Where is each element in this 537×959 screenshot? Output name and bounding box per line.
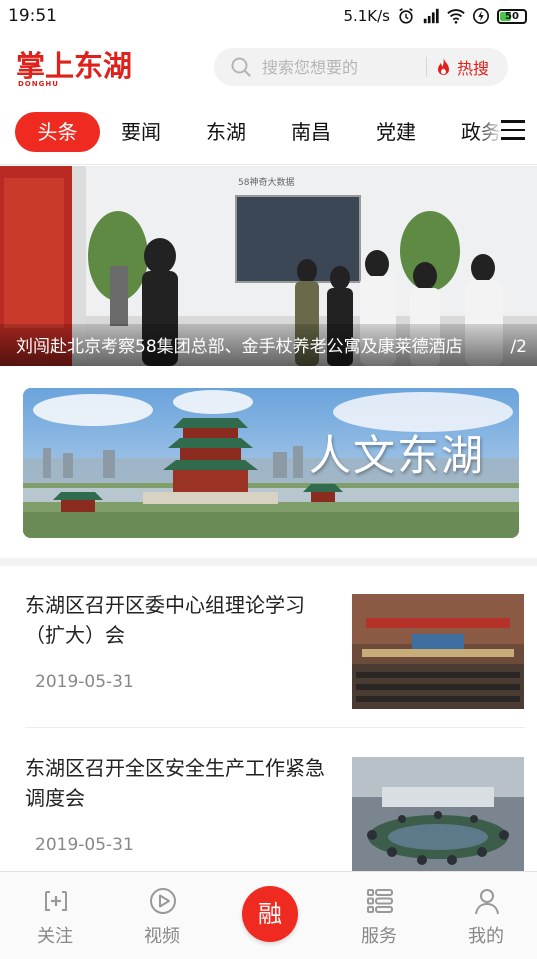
status-time: 19:51 (8, 6, 57, 26)
tabs-fade (477, 108, 503, 156)
feature-card-renwen-donghu[interactable]: 人文东湖 (23, 388, 519, 538)
news-date: 2019-05-31 (35, 672, 134, 692)
status-icons: 5.1K/s 50 (343, 7, 527, 25)
charging-icon (472, 7, 490, 25)
list-icon (367, 889, 393, 913)
battery-level: 50 (505, 10, 519, 22)
wifi-icon (447, 9, 465, 24)
nav-video[interactable]: 视频 (122, 872, 202, 959)
signal-icon (423, 8, 439, 24)
hot-search-label: 热搜 (457, 59, 490, 78)
nav-mine-label: 我的 (468, 926, 504, 947)
app-header: 掌上东湖 DONGHU 热搜 (0, 32, 537, 100)
menu-icon[interactable] (501, 120, 525, 142)
news-date: 2019-05-31 (35, 835, 134, 855)
tab-party-building[interactable]: 党建 (376, 112, 416, 152)
news-thumbnail[interactable] (352, 757, 524, 872)
app-logo[interactable]: 掌上东湖 DONGHU (16, 48, 136, 88)
news-title[interactable]: 东湖区召开区委中心组理论学习（扩大）会 (25, 590, 340, 650)
section-separator (0, 558, 537, 566)
nav-video-label: 视频 (144, 926, 180, 947)
tab-headlines[interactable]: 头条 (15, 112, 100, 152)
user-icon (475, 889, 499, 915)
tabs-divider (0, 164, 537, 165)
network-speed: 5.1K/s (343, 7, 390, 25)
list-divider (25, 727, 525, 728)
conference-room-image (352, 757, 524, 872)
search-input[interactable] (262, 48, 422, 86)
meeting-hall-image (352, 594, 524, 709)
hot-search-button[interactable]: 热搜 (436, 48, 489, 86)
tab-donghu[interactable]: 东湖 (206, 112, 246, 152)
banner-carousel[interactable]: 58神奇大数据 刘闯赴北京考察58集团总部、金手杖养老公寓及康莱德酒店 /2 (0, 166, 537, 366)
banner-caption[interactable]: 刘闯赴北京考察58集团总部、金手杖养老公寓及康莱德酒店 (16, 332, 476, 357)
nav-mine[interactable]: 我的 (446, 872, 526, 959)
search-icon (231, 57, 251, 77)
logo-text: 掌上东湖 (16, 49, 133, 83)
tab-nanchang[interactable]: 南昌 (291, 112, 331, 152)
feature-title: 人文东湖 (308, 431, 485, 480)
news-title[interactable]: 东湖区召开全区安全生产工作紧急调度会 (25, 753, 340, 813)
list-item[interactable]: 东湖区召开区委中心组理论学习（扩大）会 2019-05-31 (0, 568, 537, 728)
nav-service[interactable]: 服务 (339, 872, 419, 959)
play-icon (150, 888, 176, 914)
fire-icon (438, 58, 449, 75)
nav-follow-label: 关注 (37, 926, 73, 947)
search-bar[interactable]: 热搜 (214, 48, 508, 86)
news-thumbnail[interactable] (352, 594, 524, 709)
search-divider (426, 57, 427, 77)
logo-subtext: DONGHU (18, 80, 59, 88)
bottom-navigation: 关注 视频 融 服务 我的 (0, 871, 537, 959)
battery-indicator: 50 (497, 8, 527, 24)
alarm-icon (399, 8, 413, 24)
nav-center-button[interactable]: 融 (242, 886, 298, 942)
nav-follow[interactable]: 关注 (15, 872, 95, 959)
status-bar: 19:51 5.1K/s 50 (0, 0, 537, 32)
tab-important-news[interactable]: 要闻 (121, 112, 161, 152)
banner-page-indicator: /2 (510, 337, 527, 357)
follow-icon (45, 891, 67, 911)
list-item[interactable]: 东湖区召开全区安全生产工作紧急调度会 2019-05-31 (0, 731, 537, 891)
nav-service-label: 服务 (361, 926, 397, 947)
category-tabs: 头条 要闻 东湖 南昌 党建 政务 (0, 108, 537, 156)
svg-text:58神奇大数据: 58神奇大数据 (238, 176, 294, 188)
